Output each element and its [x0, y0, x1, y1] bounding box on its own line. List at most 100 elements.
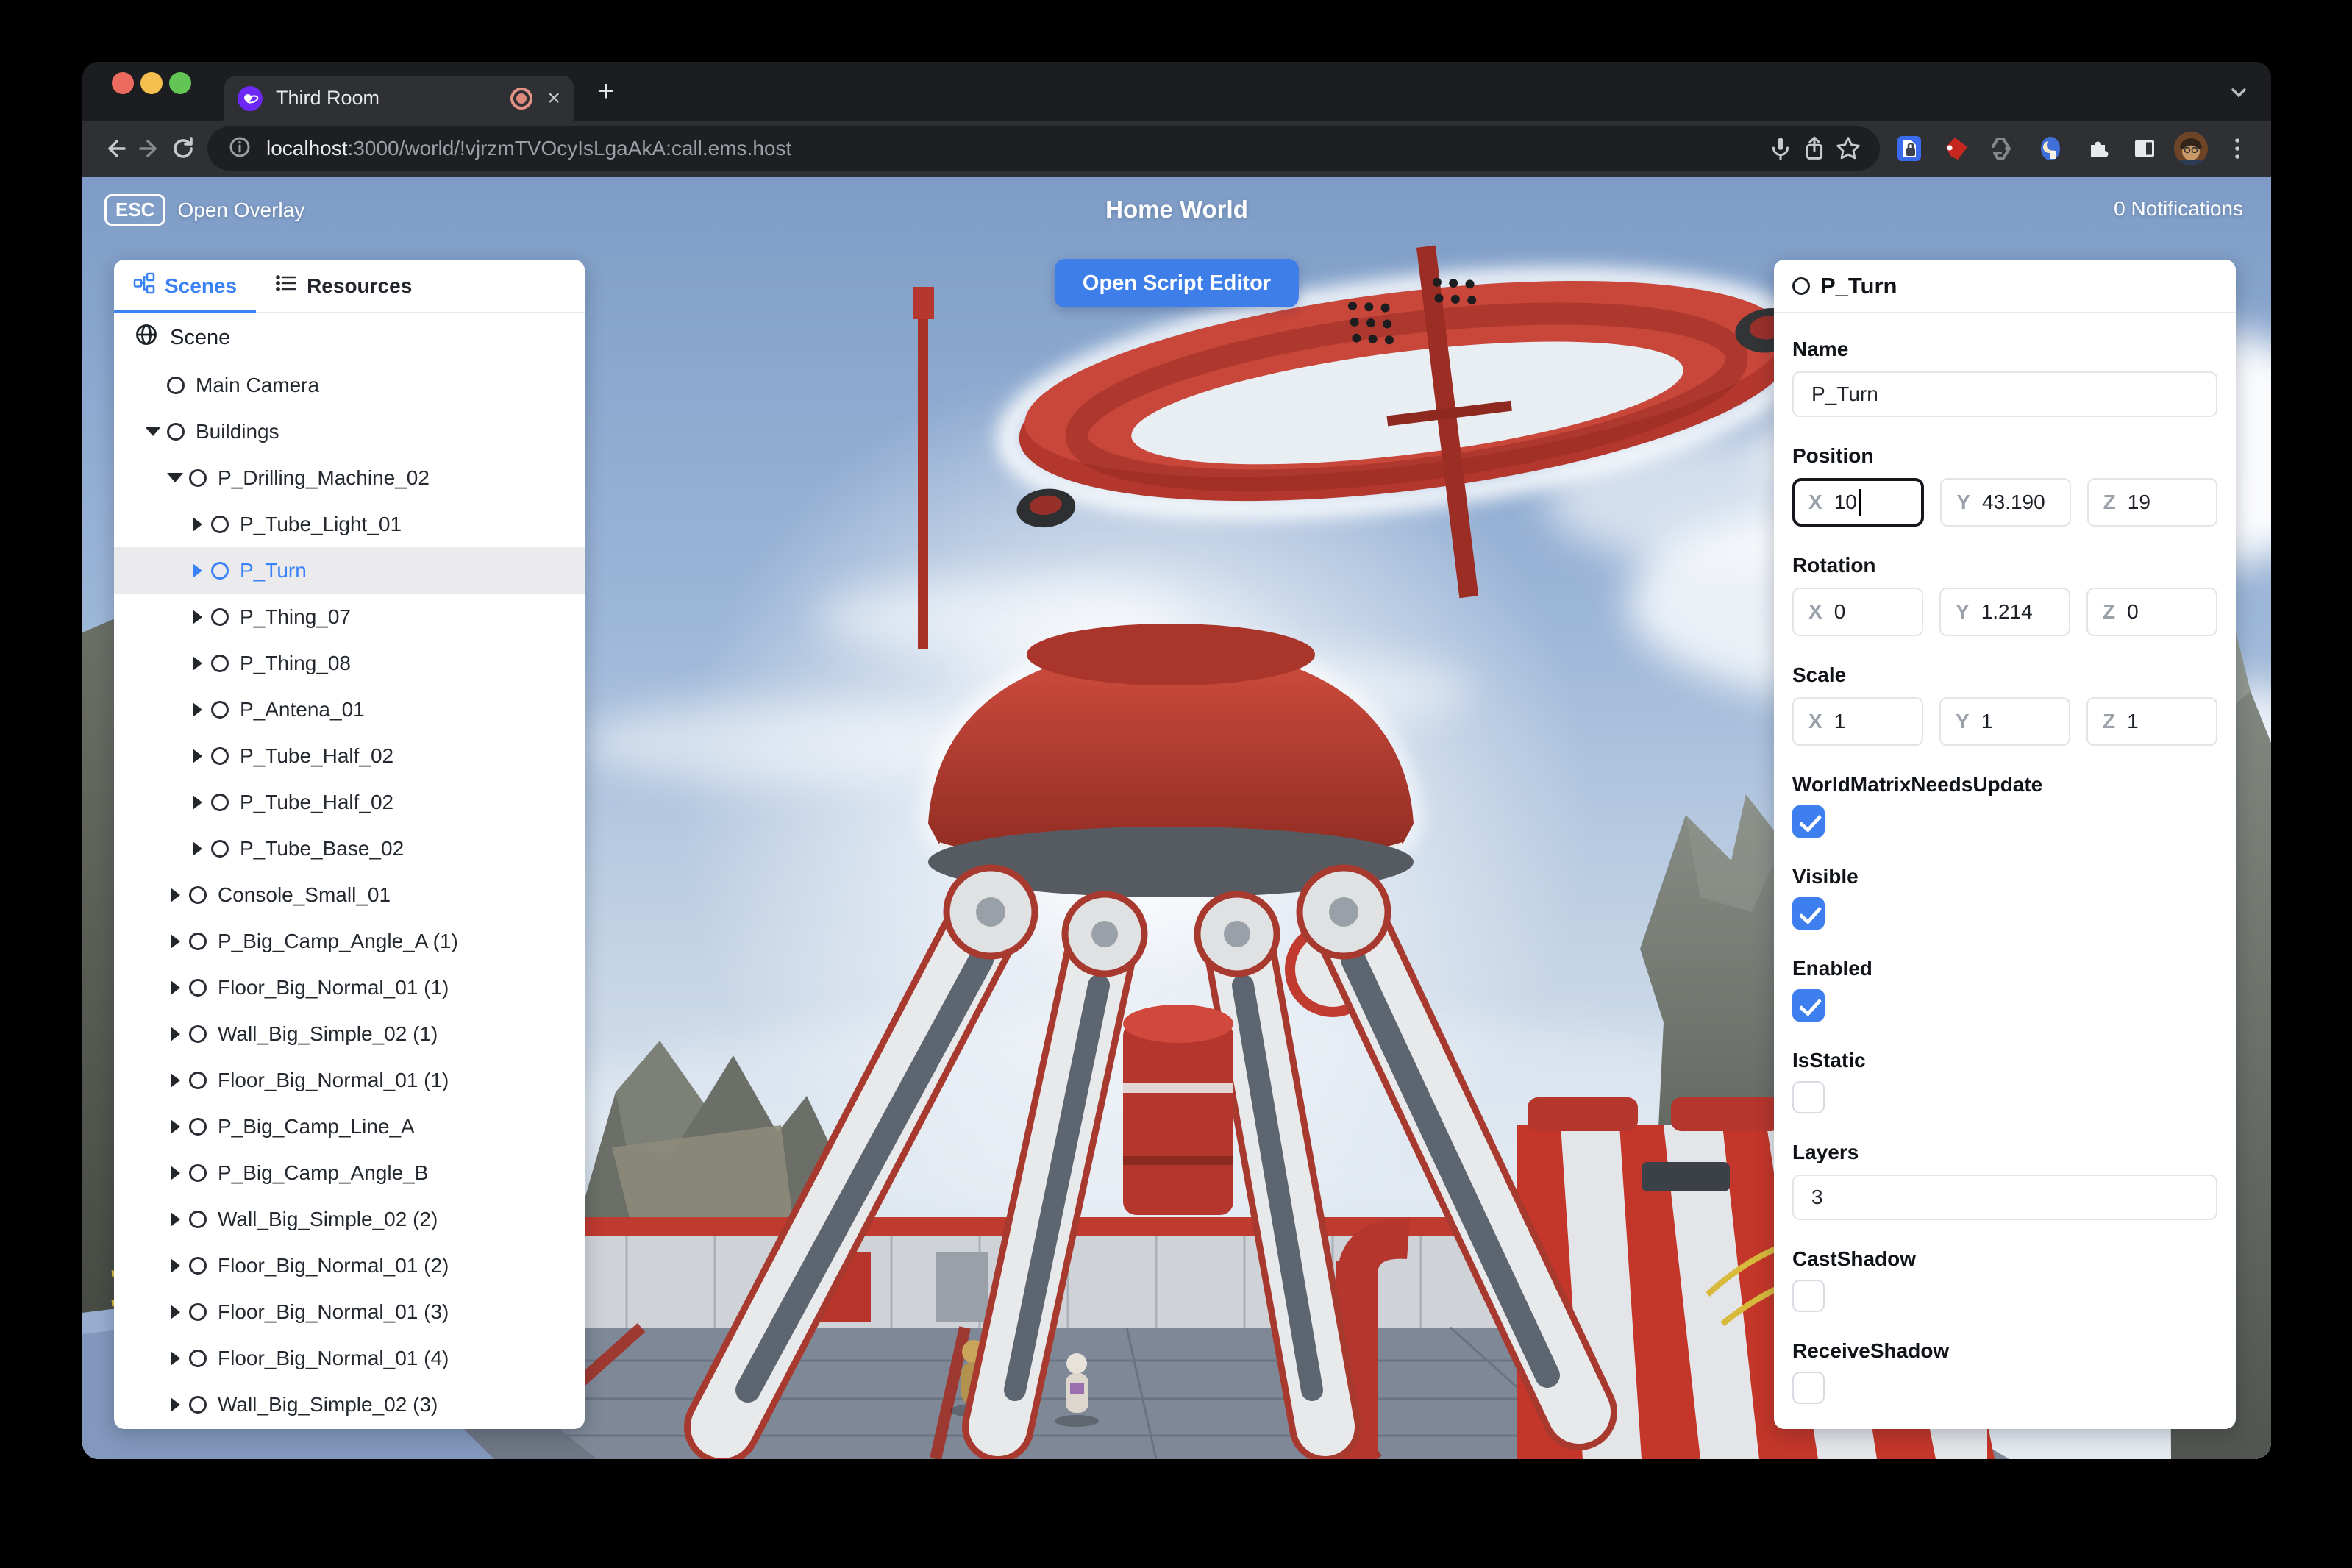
- tree-item-p-tube-half-02[interactable]: P_Tube_Half_02: [114, 733, 585, 779]
- is-static-checkbox[interactable]: [1792, 1081, 1825, 1113]
- expand-arrow-icon[interactable]: [189, 746, 205, 766]
- expand-arrow-icon[interactable]: [167, 1395, 183, 1414]
- expand-arrow-icon[interactable]: [167, 978, 183, 997]
- scene-hierarchy-panel: Scenes Resources Scene Main Camera Build…: [114, 260, 585, 1429]
- expand-arrow-icon[interactable]: [167, 1210, 183, 1229]
- menu-kebab-icon[interactable]: [2220, 131, 2255, 166]
- tree-item-p-big-camp-line-a[interactable]: P_Big_Camp_Line_A: [114, 1103, 585, 1150]
- back-icon[interactable]: [99, 132, 132, 165]
- scale-y-input[interactable]: Y1: [1939, 697, 2070, 746]
- position-x-input[interactable]: X 10: [1792, 478, 1925, 527]
- share-icon[interactable]: [1797, 132, 1831, 165]
- tree-item-wall-big-simple-02-2[interactable]: Wall_Big_Simple_02 (2): [114, 1196, 585, 1242]
- list-icon: [275, 272, 297, 299]
- expand-arrow-icon[interactable]: [189, 700, 205, 719]
- tree-item-p-drilling-machine-02[interactable]: P_Drilling_Machine_02: [114, 455, 585, 501]
- position-z-input[interactable]: Z 19: [2086, 478, 2217, 527]
- tab-scenes[interactable]: Scenes: [114, 260, 257, 313]
- scale-z-input[interactable]: Z1: [2086, 697, 2217, 746]
- rotation-z-input[interactable]: Z0: [2086, 588, 2217, 636]
- expand-arrow-icon[interactable]: [189, 839, 205, 858]
- tree-item-wall-big-simple-02-3[interactable]: Wall_Big_Simple_02 (3): [114, 1381, 585, 1428]
- expand-arrow-icon[interactable]: [189, 515, 205, 534]
- sidebar-icon[interactable]: [2127, 131, 2162, 166]
- tree-item-p-big-camp-angle-b[interactable]: P_Big_Camp_Angle_B: [114, 1150, 585, 1196]
- scene-root-item[interactable]: Scene: [114, 313, 585, 362]
- profile-avatar[interactable]: [2174, 132, 2208, 165]
- tree-item-p-thing-07[interactable]: P_Thing_07: [114, 594, 585, 640]
- tree-item-main-camera[interactable]: Main Camera: [114, 362, 585, 408]
- expand-arrow-icon[interactable]: [189, 793, 205, 812]
- expand-arrow-icon[interactable]: [167, 468, 183, 488]
- expand-arrow-icon[interactable]: [189, 561, 205, 580]
- browser-tab[interactable]: Third Room ×: [224, 76, 574, 121]
- visible-checkbox[interactable]: [1792, 897, 1825, 930]
- zoom-button[interactable]: [169, 72, 191, 94]
- expand-arrow-icon[interactable]: [167, 1302, 183, 1322]
- tab-strip-chevron-icon[interactable]: [2226, 79, 2252, 110]
- close-button[interactable]: [112, 72, 134, 94]
- name-input[interactable]: P_Turn: [1792, 371, 2217, 417]
- tree-item-p-tube-base-02[interactable]: P_Tube_Base_02: [114, 825, 585, 872]
- world-matrix-checkbox[interactable]: [1792, 805, 1825, 838]
- reload-icon[interactable]: [166, 132, 200, 165]
- tree-item-floor-big-normal-01-1[interactable]: Floor_Big_Normal_01 (1): [114, 964, 585, 1011]
- rotation-x-input[interactable]: X0: [1792, 588, 1923, 636]
- cast-shadow-checkbox[interactable]: [1792, 1280, 1825, 1312]
- position-y-input[interactable]: Y 43.190: [1940, 478, 2071, 527]
- receive-shadow-checkbox[interactable]: [1792, 1372, 1825, 1404]
- expand-arrow-icon[interactable]: [189, 654, 205, 673]
- entity-circle-icon: [211, 515, 229, 533]
- tree-item-p-antena-01[interactable]: P_Antena_01: [114, 686, 585, 733]
- tree-item-floor-big-normal-01-1[interactable]: Floor_Big_Normal_01 (1): [114, 1057, 585, 1103]
- expand-arrow-icon[interactable]: [167, 1163, 183, 1183]
- bookmark-star-icon[interactable]: [1831, 132, 1865, 165]
- password-extension-icon[interactable]: [1892, 131, 1927, 166]
- expand-arrow-icon[interactable]: [167, 1024, 183, 1044]
- minimize-button[interactable]: [140, 72, 163, 94]
- url-bar[interactable]: localhost:3000/world/!vjrzmTVOcyIsLgaAkA…: [207, 126, 1880, 171]
- tree-item-console-small-01[interactable]: Console_Small_01: [114, 872, 585, 918]
- site-info-icon[interactable]: [225, 132, 254, 165]
- tree-item-p-thing-08[interactable]: P_Thing_08: [114, 640, 585, 686]
- expand-arrow-icon[interactable]: [167, 1117, 183, 1136]
- tree-item-p-tube-light-01[interactable]: P_Tube_Light_01: [114, 501, 585, 547]
- new-tab-icon[interactable]: +: [597, 76, 614, 106]
- tree-item-p-big-camp-angle-a-1[interactable]: P_Big_Camp_Angle_A (1): [114, 918, 585, 964]
- tab-resources[interactable]: Resources: [256, 260, 431, 312]
- layers-input[interactable]: 3: [1792, 1175, 2217, 1220]
- window-controls: [112, 72, 191, 94]
- entity-circle-icon: [211, 654, 229, 672]
- expand-arrow-icon[interactable]: [167, 1071, 183, 1090]
- close-tab-icon[interactable]: ×: [547, 87, 560, 110]
- position-label: Position: [1792, 444, 1874, 467]
- notifications-label[interactable]: 0 Notifications: [2114, 197, 2243, 221]
- tree-item-p-turn[interactable]: P_Turn: [114, 547, 585, 594]
- expand-arrow-icon[interactable]: [167, 1349, 183, 1368]
- expand-arrow-icon[interactable]: [189, 607, 205, 627]
- tree-item-floor-big-normal-01-2[interactable]: Floor_Big_Normal_01 (2): [114, 1242, 585, 1289]
- tree-item-floor-big-normal-01-4[interactable]: Floor_Big_Normal_01 (4): [114, 1335, 585, 1381]
- tree-item-wall-big-simple-02-1[interactable]: Wall_Big_Simple_02 (1): [114, 1011, 585, 1057]
- tree-item-buildings[interactable]: Buildings: [114, 408, 585, 455]
- red-extension-icon[interactable]: [1939, 131, 1974, 166]
- tab-strip: Third Room × +: [82, 62, 2271, 121]
- entity-circle-icon: [189, 1395, 207, 1414]
- scale-x-input[interactable]: X1: [1792, 697, 1923, 746]
- open-script-editor-button[interactable]: Open Script Editor: [1054, 259, 1300, 307]
- rotation-y-input[interactable]: Y 1.214: [1939, 588, 2070, 636]
- extensions-puzzle-icon[interactable]: [2080, 131, 2115, 166]
- recycle-extension-icon[interactable]: [1986, 131, 2021, 166]
- expand-arrow-icon[interactable]: [145, 422, 161, 441]
- enabled-checkbox[interactable]: [1792, 989, 1825, 1022]
- moon-extension-icon[interactable]: [2033, 131, 2068, 166]
- mic-icon[interactable]: [1764, 132, 1797, 165]
- expand-arrow-icon[interactable]: [167, 885, 183, 905]
- forward-icon[interactable]: [132, 132, 166, 165]
- scene-root-label: Scene: [170, 325, 231, 349]
- tree-item-label: P_Antena_01: [240, 697, 365, 721]
- tree-item-floor-big-normal-01-3[interactable]: Floor_Big_Normal_01 (3): [114, 1289, 585, 1335]
- expand-arrow-icon[interactable]: [167, 1256, 183, 1275]
- expand-arrow-icon[interactable]: [167, 932, 183, 951]
- tree-item-p-tube-half-02[interactable]: P_Tube_Half_02: [114, 779, 585, 825]
